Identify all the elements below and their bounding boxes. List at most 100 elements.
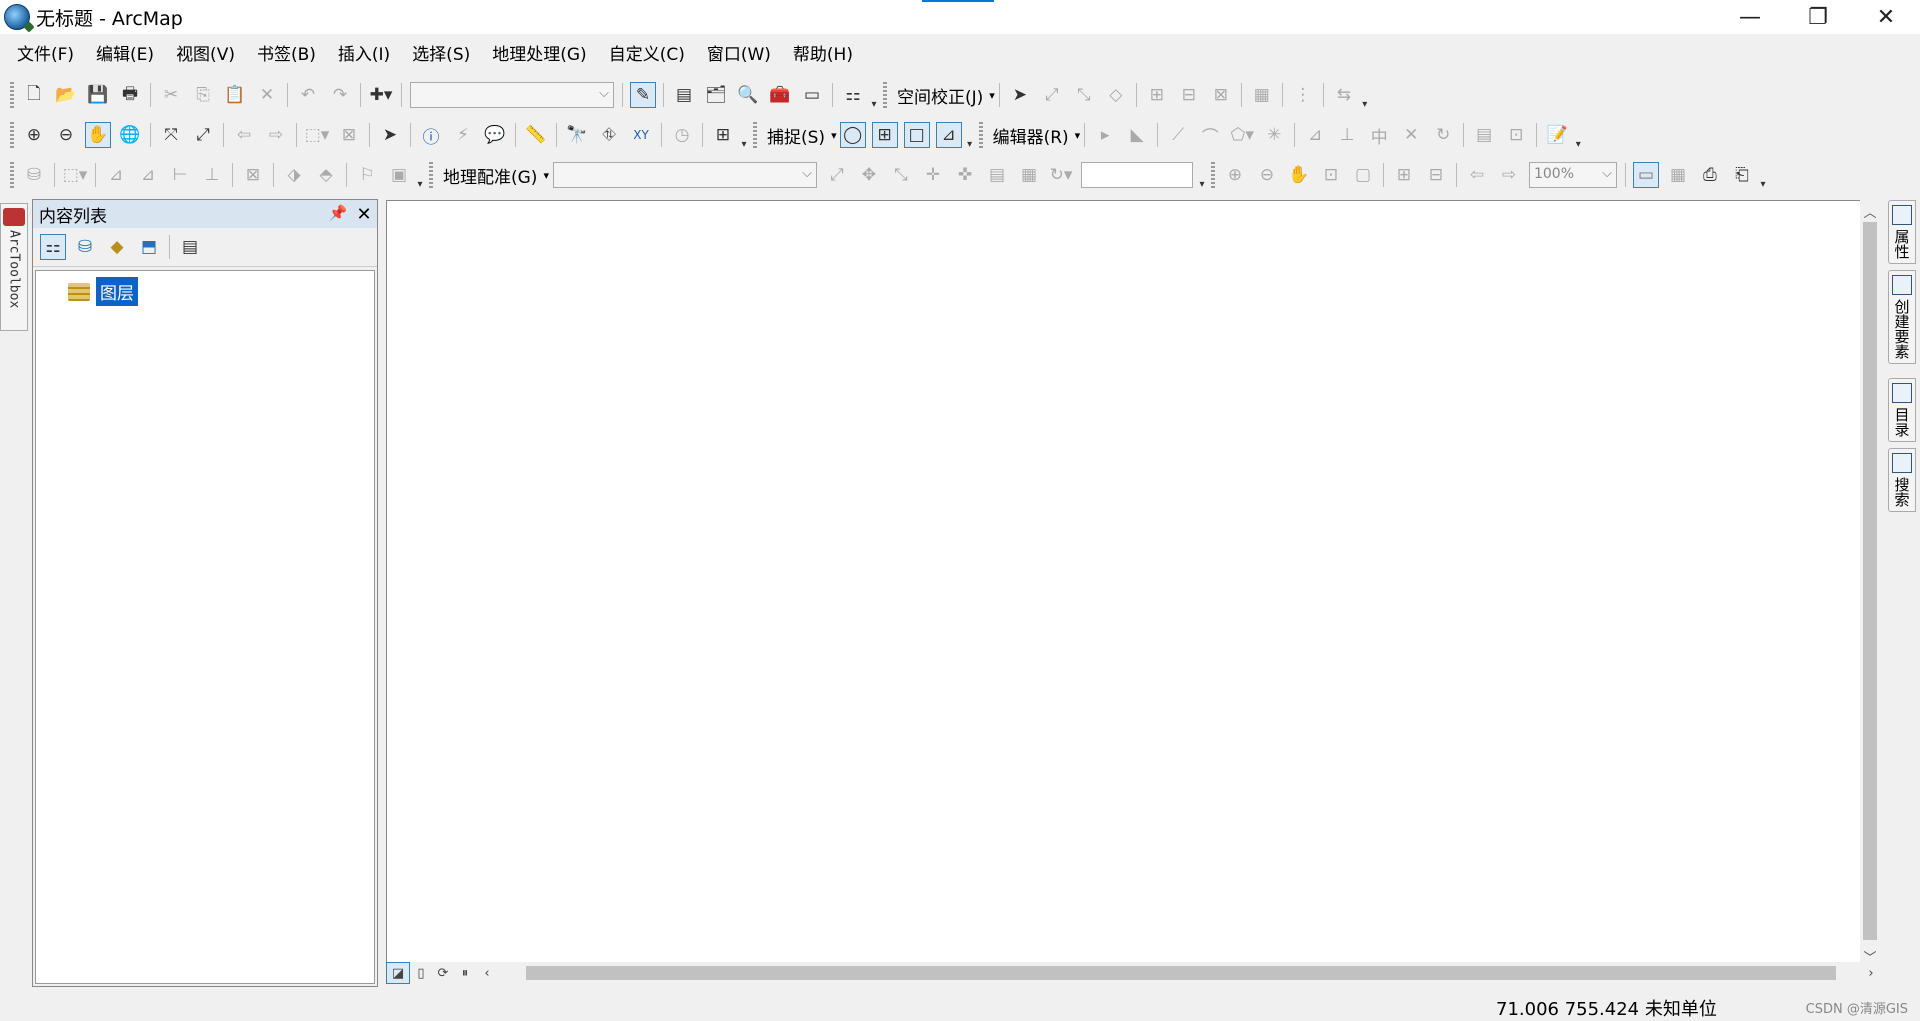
measure-icon[interactable]: 📏 [523, 122, 549, 148]
topology-edit-icon[interactable]: ⊿ [103, 162, 129, 188]
toolbar-overflow-icon[interactable]: ▾ [1573, 120, 1583, 150]
list-by-source-icon[interactable]: ⛁ [72, 234, 98, 260]
layout-back-icon[interactable]: ⇦ [1464, 162, 1490, 188]
new-limited-adjustment-icon[interactable]: ⊟ [1176, 82, 1202, 108]
vertical-scroll-thumb[interactable] [1863, 222, 1877, 940]
view-link-table-icon[interactable]: ▦ [1249, 82, 1275, 108]
clear-selection-icon[interactable]: ⊠ [336, 122, 362, 148]
menu-view[interactable]: 视图(V) [167, 38, 244, 72]
scroll-up-icon[interactable]: ︿ [1860, 202, 1880, 221]
print-icon[interactable]: 🖶 [117, 82, 143, 108]
arctoolbox-icon[interactable]: 🧰 [767, 82, 793, 108]
forward-arrow-icon[interactable]: ⇨ [263, 122, 289, 148]
python-window-icon[interactable]: ▭ [799, 82, 825, 108]
georeferencing-menu[interactable]: 地理配准(G) [437, 163, 543, 188]
fixed-zoom-out-layout-icon[interactable]: ⊟ [1423, 162, 1449, 188]
rotation-angle-input[interactable] [1080, 162, 1193, 188]
undo-icon[interactable]: ↶ [295, 82, 321, 108]
zoom-in-icon[interactable]: ⊕ [21, 122, 47, 148]
edit-vertices-icon[interactable]: ⊿ [1302, 122, 1328, 148]
menu-windows[interactable]: 窗口(W) [698, 38, 780, 72]
layout-zoom-combo[interactable]: 100% ⌵ [1528, 162, 1617, 188]
menu-bookmarks[interactable]: 书签(B) [248, 38, 325, 72]
edit-tool-icon[interactable]: ▸ [1092, 122, 1118, 148]
shift-georef-icon[interactable]: ✥ [856, 162, 882, 188]
straight-segment-icon[interactable]: ⟋ [1165, 122, 1191, 148]
cut-polygons-icon[interactable]: 中 [1366, 122, 1392, 148]
select-elements-icon[interactable]: ➤ [377, 122, 403, 148]
pan-hand-icon[interactable]: ✋ [85, 122, 111, 148]
snapping-menu[interactable]: 捕捉(S) [761, 123, 831, 148]
vertical-scrollbar[interactable]: ︿ ﹀ [1860, 200, 1880, 968]
scroll-left-icon[interactable]: ‹ [476, 963, 498, 983]
search-dock-tab[interactable]: 搜索 [1888, 448, 1916, 512]
toolbar-overflow-icon[interactable]: ▾ [1360, 80, 1370, 110]
toolbar-grip[interactable] [978, 122, 983, 148]
toggle-draft-mode-icon[interactable]: ▭ [1632, 162, 1659, 188]
restore-button[interactable]: ❐ [1784, 0, 1852, 34]
fixed-zoom-out-icon[interactable]: ⤢ [190, 122, 216, 148]
toolbar-grip[interactable] [10, 162, 14, 188]
modify-edge-icon[interactable]: ⊿ [135, 162, 161, 188]
go-to-xy-icon[interactable]: XY [628, 122, 654, 148]
time-slider-icon[interactable]: ◷ [669, 122, 695, 148]
zoom-whole-page-icon[interactable]: ⊡ [1318, 162, 1344, 188]
save-icon[interactable]: 💾 [85, 82, 111, 108]
layers-data-frame-row[interactable]: 图层 [68, 277, 138, 306]
pause-drawing-icon[interactable]: ⏸ [454, 963, 476, 983]
create-viewer-window-icon[interactable]: ⊞ [710, 122, 736, 148]
list-by-selection-icon[interactable]: ⬒ [136, 234, 162, 260]
multi-displacement-icon[interactable]: ◇ [1103, 82, 1129, 108]
toolbar-overflow-icon[interactable]: ▾ [415, 160, 425, 190]
toolbar-overflow-icon[interactable]: ▾ [1197, 160, 1207, 190]
new-displacement-link-icon[interactable]: ⤢ [1039, 82, 1065, 108]
table-of-contents-icon[interactable]: ▤ [671, 82, 697, 108]
toolbar-grip[interactable] [1210, 162, 1215, 188]
toolbar-overflow-icon[interactable]: ▾ [1758, 160, 1768, 190]
find-binoculars-icon[interactable]: 🔭 [564, 122, 590, 148]
layout-forward-icon[interactable]: ⇨ [1496, 162, 1522, 188]
menu-customize[interactable]: 自定义(C) [600, 38, 694, 72]
attribute-transfer-icon[interactable]: ⇆ [1331, 82, 1357, 108]
scroll-right-icon[interactable]: › [1860, 963, 1882, 983]
list-by-visibility-icon[interactable]: ◆ [104, 234, 130, 260]
split-tool-icon[interactable]: ✕ [1398, 122, 1424, 148]
fix-topology-error-icon[interactable]: ⚐ [354, 162, 380, 188]
refresh-icon[interactable]: ⟳ [432, 963, 454, 983]
close-button[interactable]: ✕ [1852, 0, 1920, 34]
modify-link-icon[interactable]: ⤡ [1071, 82, 1097, 108]
cut-icon[interactable]: ✂ [158, 82, 184, 108]
create-features-dock-tab[interactable]: 创建要素 [1888, 270, 1916, 364]
attributes-icon[interactable]: ▤ [1471, 122, 1497, 148]
data-driven-pages-icon[interactable]: ⎗ [1729, 162, 1755, 188]
edge-snapping-icon[interactable]: ⊿ [935, 122, 962, 148]
fixed-zoom-in-layout-icon[interactable]: ⊞ [1391, 162, 1417, 188]
focus-data-frame-icon[interactable]: ▦ [1665, 162, 1691, 188]
editor-toolbar-icon[interactable]: ✎ [630, 82, 656, 108]
toolbar-grip[interactable] [429, 162, 433, 188]
delete-icon[interactable]: ✕ [254, 82, 280, 108]
create-features-icon[interactable]: 📝 [1544, 122, 1570, 148]
vertex-snapping-icon[interactable]: □ [903, 122, 930, 148]
link-table-icon[interactable]: ▦ [1016, 162, 1042, 188]
data-view-icon[interactable]: ◪ [386, 962, 410, 984]
toolbar-grip[interactable] [753, 122, 757, 148]
menu-help[interactable]: 帮助(H) [784, 38, 862, 72]
options-icon[interactable]: ▤ [177, 234, 203, 260]
pin-icon[interactable]: 📌 [325, 204, 351, 225]
layout-pan-icon[interactable]: ✋ [1286, 162, 1312, 188]
zoom-out-icon[interactable]: ⊖ [53, 122, 79, 148]
edit-annotation-icon[interactable]: ◣ [1124, 122, 1150, 148]
menu-file[interactable]: 文件(F) [8, 38, 83, 72]
reshape-edge-icon[interactable]: ⊢ [167, 162, 193, 188]
rotate-georef-icon[interactable]: ⤢ [824, 162, 850, 188]
point-snapping-icon[interactable]: ◯ [839, 122, 866, 148]
list-by-drawing-order-icon[interactable]: ⚏ [40, 234, 66, 260]
trace-icon[interactable]: ⬠▾ [1229, 122, 1255, 148]
toolbar-grip[interactable] [10, 82, 14, 108]
open-folder-icon[interactable]: 📂 [53, 82, 79, 108]
rotate-tool-icon[interactable]: ↻ [1430, 122, 1456, 148]
scale-georef-icon[interactable]: ⤡ [888, 162, 914, 188]
layout-zoom-out-icon[interactable]: ⊖ [1254, 162, 1280, 188]
new-document-icon[interactable]: 🗋 [21, 82, 47, 108]
